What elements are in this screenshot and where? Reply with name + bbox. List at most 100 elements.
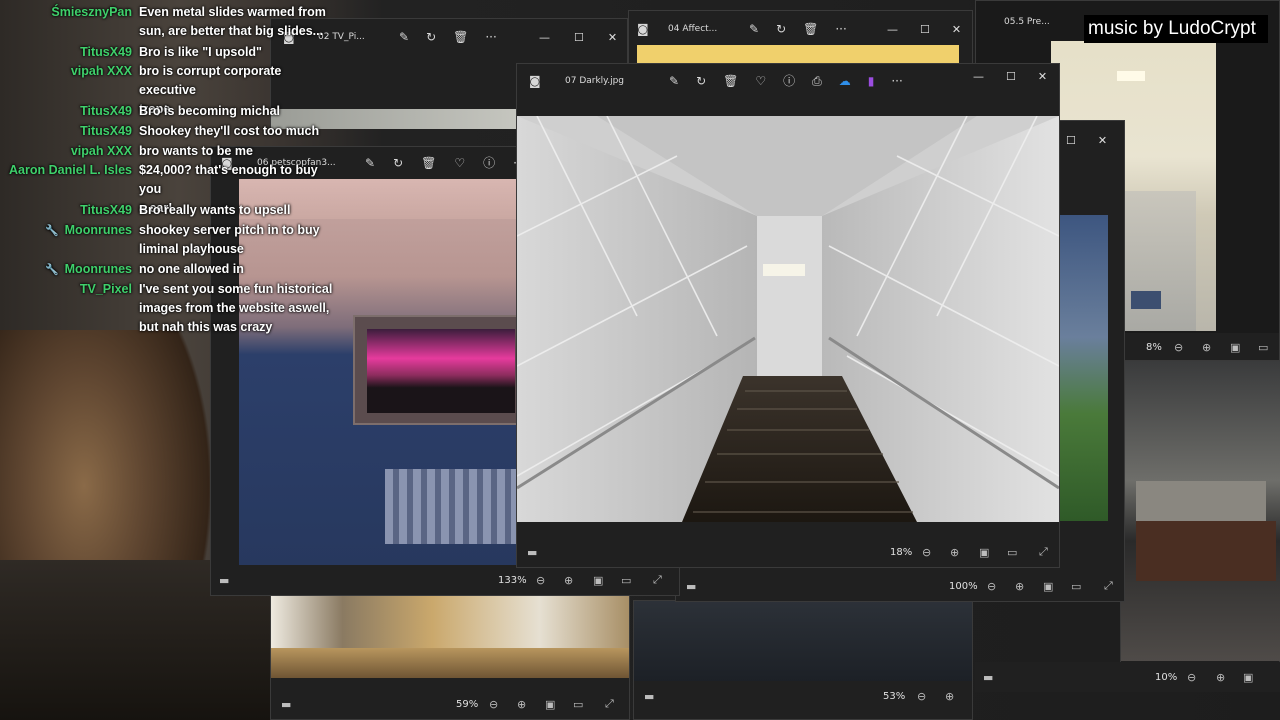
actual-size-icon[interactable]: ▭ (1007, 546, 1017, 559)
zoom-out-icon[interactable]: ⊖ (917, 690, 926, 703)
photos-app-icon: ◙ (529, 74, 541, 88)
print-icon[interactable]: ⎙ (812, 75, 822, 87)
actual-size-icon[interactable]: ▭ (1071, 580, 1081, 593)
fullscreen-icon[interactable]: ⤢ (1039, 545, 1048, 559)
rotate-icon[interactable]: ↻ (696, 75, 706, 87)
chat-text-line: no one allowed in (139, 262, 244, 277)
edit-icon[interactable]: ✎ (749, 23, 759, 35)
zoom-in-icon[interactable]: ⊕ (950, 546, 959, 559)
chat-text-line: bro wants to be me (139, 143, 253, 158)
maximize-button[interactable]: ☐ (1066, 134, 1076, 147)
edit-icon[interactable]: ✎ (365, 157, 375, 169)
zoom-out-icon[interactable]: ⊖ (1174, 341, 1183, 354)
zoom-out-icon[interactable]: ⊖ (987, 580, 996, 593)
filmstrip-icon[interactable]: ▬ (686, 580, 696, 593)
photos-app-icon: ◙ (637, 22, 649, 36)
zoom-level: 100% (949, 580, 978, 592)
actual-size-icon[interactable]: ▭ (573, 698, 583, 711)
minimize-button[interactable]: — (539, 31, 550, 44)
chat-username: ŚmiesznyPan (0, 3, 132, 22)
photo-window-hallway[interactable]: ▬ 59% ⊖ ⊕ ▣ ▭ ⤢ (270, 592, 630, 720)
fullscreen-icon[interactable]: ⤢ (1104, 579, 1113, 593)
more-icon[interactable]: ··· (485, 31, 496, 43)
window-title: 07 Darkly.jpg (565, 76, 625, 86)
chat-text-line: liminal playhouse (139, 241, 244, 256)
more-icon[interactable]: ··· (891, 75, 902, 87)
actual-size-icon[interactable]: ▭ (621, 574, 631, 587)
fit-to-window-icon[interactable]: ▣ (1243, 671, 1253, 684)
chat-username: vipah XXX (0, 142, 132, 161)
delete-icon[interactable]: 🗑 (421, 157, 436, 169)
onedrive-icon[interactable]: ☁ (839, 75, 851, 87)
photo-window-04[interactable]: ◙ 04 Affect... ✎ ↻ 🗑 ··· — ☐ ✕ (628, 10, 973, 71)
chat-username-text: TitusX49 (80, 44, 132, 59)
photo-dark-ground (634, 601, 972, 683)
chat-text: Shookey they'll cost too much (139, 122, 339, 141)
fit-to-window-icon[interactable]: ▣ (1043, 580, 1053, 593)
favorite-icon[interactable]: ♡ (454, 157, 465, 169)
zoom-level: 53% (883, 690, 906, 702)
chat-text-line: shookey server pitch in to buy (139, 222, 320, 237)
chat-text-line: bro is corrupt corporate executive (139, 64, 282, 98)
info-icon[interactable]: ⓘ (783, 75, 795, 87)
fullscreen-icon[interactable]: ⤢ (605, 697, 614, 711)
filmstrip-icon[interactable]: ▬ (644, 690, 654, 703)
fullscreen-icon[interactable]: ⤢ (653, 573, 662, 587)
zoom-in-icon[interactable]: ⊕ (1216, 671, 1225, 684)
photo-window-office[interactable] (1120, 360, 1280, 690)
chat-text: Bro is becoming michal (139, 102, 339, 121)
close-button[interactable]: ✕ (1038, 70, 1047, 83)
chat-username-text: vipah XXX (70, 143, 132, 158)
delete-icon[interactable]: 🗑 (803, 23, 818, 35)
close-button[interactable]: ✕ (1098, 134, 1107, 147)
zoom-in-icon[interactable]: ⊕ (945, 690, 954, 703)
zoom-out-icon[interactable]: ⊖ (922, 546, 931, 559)
close-button[interactable]: ✕ (608, 31, 617, 44)
zoom-in-icon[interactable]: ⊕ (1015, 580, 1024, 593)
zoom-out-icon[interactable]: ⊖ (536, 574, 545, 587)
filmstrip-icon[interactable]: ▬ (219, 574, 229, 587)
actual-size-icon[interactable]: ▭ (1258, 341, 1268, 354)
delete-icon[interactable]: 🗑 (723, 75, 738, 87)
info-icon[interactable]: ⓘ (483, 157, 495, 169)
fit-to-window-icon[interactable]: ▣ (593, 574, 603, 587)
zoom-in-icon[interactable]: ⊕ (1202, 341, 1211, 354)
edit-icon[interactable]: ✎ (669, 75, 679, 87)
close-button[interactable]: ✕ (952, 23, 961, 36)
photo-window-dark[interactable]: ▬ 53% ⊖ ⊕ (633, 600, 973, 720)
chat-username: TitusX49 (0, 102, 132, 121)
minimize-button[interactable]: — (973, 70, 984, 83)
wrench-icon: 🔧 (44, 264, 59, 277)
zoom-in-icon[interactable]: ⊕ (564, 574, 573, 587)
window-title: 05.5 Pre... (1004, 17, 1050, 27)
more-icon[interactable]: ··· (835, 23, 846, 35)
minimize-button[interactable]: — (887, 23, 898, 36)
fit-to-window-icon[interactable]: ▣ (979, 546, 989, 559)
filmstrip-icon[interactable]: ▬ (527, 546, 537, 559)
chat-username: Aaron Daniel L. Isles (0, 161, 132, 180)
edit-video-icon[interactable]: ▮ (868, 75, 875, 87)
zoom-out-icon[interactable]: ⊖ (489, 698, 498, 711)
maximize-button[interactable]: ☐ (1006, 70, 1016, 83)
favorite-icon[interactable]: ♡ (755, 75, 766, 87)
chat-username: TitusX49 (0, 43, 132, 62)
zoom-in-icon[interactable]: ⊕ (517, 698, 526, 711)
maximize-button[interactable]: ☐ (574, 31, 584, 44)
zoom-level: 10% (1155, 671, 1178, 683)
delete-icon[interactable]: 🗑 (453, 31, 468, 43)
edit-icon[interactable]: ✎ (399, 31, 409, 43)
photo-window-07[interactable]: ◙ 07 Darkly.jpg ✎ ↻ 🗑 ♡ ⓘ ⎙ ☁ ▮ ··· — ☐ … (516, 63, 1060, 568)
status-bar-right-bottom: ▬ 10% ⊖ ⊕ ▣ (975, 662, 1280, 692)
rotate-icon[interactable]: ↻ (776, 23, 786, 35)
filmstrip-icon[interactable]: ▬ (983, 671, 993, 684)
chat-text-line: Bro is like "I upsold" (139, 44, 262, 59)
rotate-icon[interactable]: ↻ (426, 31, 436, 43)
filmstrip-icon[interactable]: ▬ (281, 698, 291, 711)
rotate-icon[interactable]: ↻ (393, 157, 403, 169)
fit-to-window-icon[interactable]: ▣ (1230, 341, 1240, 354)
maximize-button[interactable]: ☐ (920, 23, 930, 36)
zoom-out-icon[interactable]: ⊖ (1187, 671, 1196, 684)
chat-username-text: Moonrunes (64, 222, 132, 237)
fit-to-window-icon[interactable]: ▣ (545, 698, 555, 711)
chat-text: no one allowed in (139, 260, 339, 279)
